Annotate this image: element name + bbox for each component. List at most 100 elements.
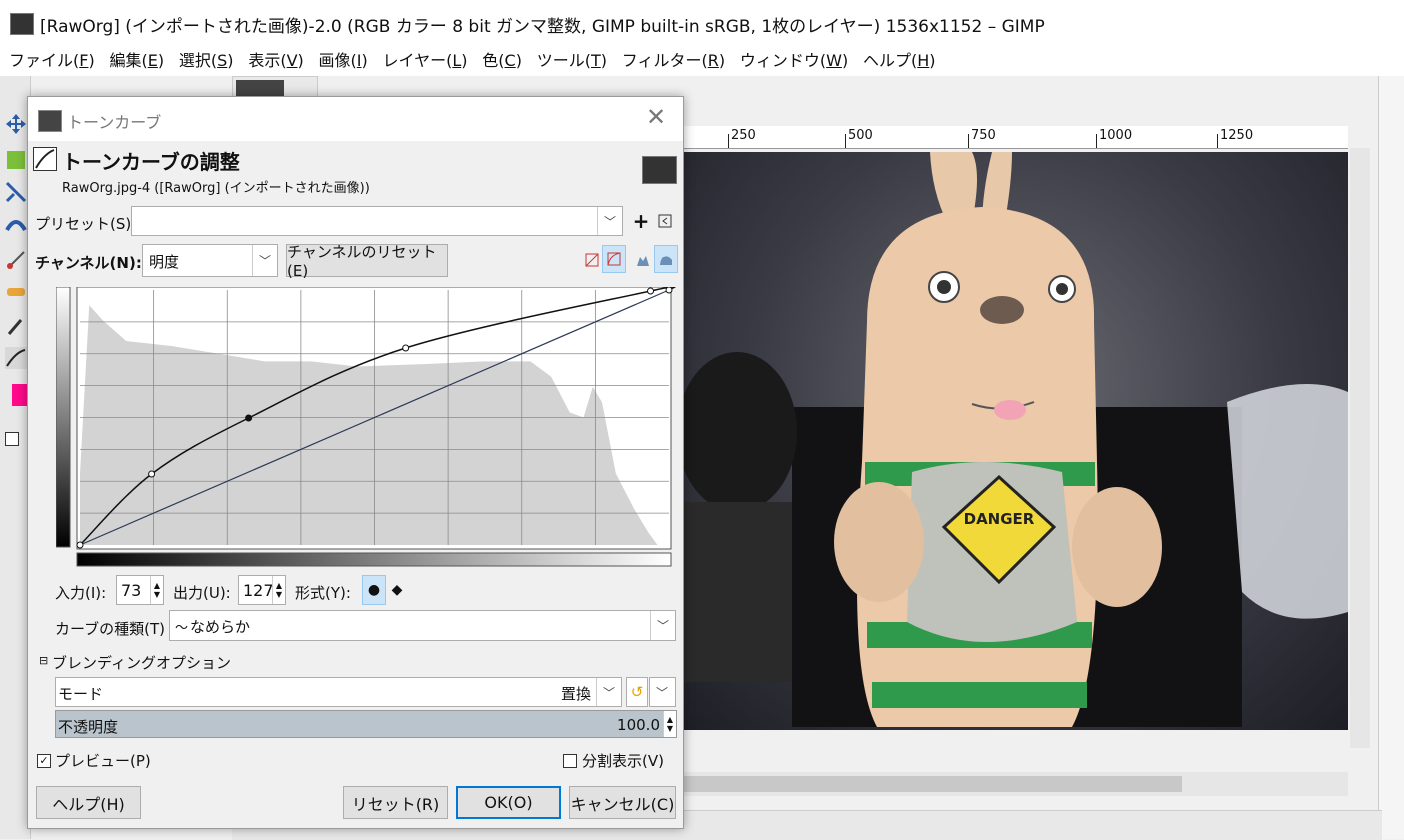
move-tool-icon[interactable] (4, 112, 28, 136)
warp-tool-icon[interactable] (4, 212, 28, 236)
curves-icon (33, 147, 57, 171)
histogram-linear-scale-icon[interactable] (632, 249, 654, 271)
output-spinner[interactable]: 127 ▲ ▼ (238, 575, 286, 605)
input-value: 73 (121, 581, 142, 600)
menu-select[interactable]: 選択(S) (174, 46, 239, 76)
horizontal-ruler: 250 500 750 1000 1250 (682, 126, 1348, 149)
dialog-heading: トーンカーブの調整 (62, 150, 240, 174)
corner-point-icon[interactable]: ◆ (386, 579, 408, 601)
danger-sign-text: DANGER (964, 510, 1035, 528)
mode-switch-icon[interactable]: ↺ (626, 677, 648, 707)
menu-help[interactable]: ヘルプ(H) (858, 46, 941, 76)
window-title: [RawOrg] (インポートされた画像)-2.0 (RGB カラー 8 bit… (40, 17, 1045, 37)
mode-label: モード (58, 685, 104, 703)
collapse-icon[interactable]: ⊟ (39, 654, 48, 667)
control-point[interactable] (402, 344, 410, 352)
vertical-scrollbar[interactable] (1350, 148, 1370, 748)
path-tool-icon[interactable] (4, 248, 28, 272)
menu-tools[interactable]: ツール(T) (532, 46, 612, 76)
preview-checkbox[interactable]: ✓ (37, 754, 51, 768)
menu-image[interactable]: 画像(I) (314, 46, 373, 76)
ruler-label: 750 (971, 128, 996, 143)
output-gradient-bar (56, 287, 71, 548)
channel-value: 明度 (149, 253, 180, 271)
chevron-down-icon: ﹀ (596, 678, 621, 706)
curve-graph[interactable] (56, 287, 676, 567)
menu-colors[interactable]: 色(C) (477, 46, 527, 76)
channel-label: チャンネル(N): (35, 254, 142, 272)
split-view-checkbox[interactable] (563, 754, 577, 768)
composite-combo[interactable]: ﹀ (649, 677, 676, 707)
curve-type-combo[interactable]: 〜 なめらか ﹀ (169, 610, 676, 641)
opacity-value: 100.0 (617, 716, 660, 734)
ok-button[interactable]: OK(O) (456, 786, 561, 819)
window-titlebar: [RawOrg] (インポートされた画像)-2.0 (RGB カラー 8 bit… (0, 0, 1404, 46)
preview-label[interactable]: プレビュー(P) (55, 750, 151, 771)
menu-windows[interactable]: ウィンドウ(W) (735, 46, 853, 76)
dialog-title: トーンカーブ (67, 113, 162, 132)
curve-type-label: カーブの種類(T) (55, 620, 165, 638)
chevron-down-icon: ﹀ (650, 611, 675, 640)
close-icon[interactable]: ✕ (646, 103, 666, 131)
split-view-label[interactable]: 分割表示(V) (582, 750, 664, 771)
menu-layer[interactable]: レイヤー(L) (378, 46, 473, 76)
curves-dialog: トーンカーブ ✕ トーンカーブの調整 RawOrg.jpg-4 ([RawOrg… (27, 96, 684, 829)
toolbox-option-checkbox[interactable] (5, 432, 19, 446)
input-label: 入力(I): (55, 584, 107, 602)
point-type-label: 形式(Y): (295, 584, 351, 602)
histogram-log-scale-icon[interactable] (654, 245, 678, 273)
preset-combo[interactable]: ﹀ (131, 206, 623, 236)
curves-tool-icon[interactable] (4, 346, 28, 370)
photo-plush-rabbit: DANGER (682, 152, 1348, 727)
spin-arrows-icon[interactable]: ▲ ▼ (272, 576, 285, 604)
chevron-down-icon: ﹀ (655, 685, 668, 700)
menu-view[interactable]: 表示(V) (243, 46, 308, 76)
add-preset-icon[interactable]: + (630, 209, 652, 233)
preset-label: プリセット(S): (35, 215, 137, 233)
smooth-point-icon[interactable]: ● (362, 575, 386, 605)
channel-combo[interactable]: 明度 ﹀ (142, 244, 278, 277)
help-button[interactable]: ヘルプ(H) (36, 786, 141, 819)
menu-bar: ファイル(F) 編集(E) 選択(S) 表示(V) 画像(I) レイヤー(L) … (0, 46, 1404, 76)
transform-tool-icon[interactable] (4, 180, 28, 204)
ruler-label: 250 (731, 128, 756, 143)
menu-edit[interactable]: 編集(E) (104, 46, 169, 76)
opacity-slider[interactable]: 不透明度 100.0 ▲ ▼ (55, 710, 677, 738)
gimp-app-icon (10, 13, 34, 35)
reset-button[interactable]: リセット(R) (343, 786, 448, 819)
control-point[interactable] (665, 287, 673, 294)
color-picker-icon[interactable] (4, 314, 28, 338)
linear-histogram-icon[interactable] (581, 249, 603, 271)
control-point[interactable] (76, 541, 84, 549)
cancel-button[interactable]: キャンセル(C) (569, 786, 676, 819)
control-point[interactable] (148, 470, 156, 478)
ruler-label: 500 (848, 128, 873, 143)
input-spinner[interactable]: 73 ▲ ▼ (116, 575, 164, 605)
selected-control-point[interactable] (245, 414, 253, 422)
log-histogram-icon[interactable] (602, 245, 626, 273)
menu-filters[interactable]: フィルター(R) (617, 46, 730, 76)
image-canvas[interactable]: DANGER (682, 152, 1348, 730)
opacity-label: 不透明度 (58, 718, 119, 736)
blending-options-label[interactable]: ブレンディングオプション (52, 652, 231, 673)
horizontal-scrollbar[interactable] (682, 772, 1348, 796)
freehand-icon: 〜 (175, 621, 189, 636)
ruler-label: 1000 (1099, 128, 1133, 143)
right-dock-panel (1378, 76, 1404, 839)
reset-channel-button[interactable]: チャンネルのリセット(E) (286, 243, 448, 280)
heal-tool-icon[interactable] (4, 280, 28, 304)
spin-arrows-icon[interactable]: ▲ ▼ (663, 711, 676, 737)
preset-menu-icon[interactable] (654, 210, 676, 232)
scrollbar-thumb[interactable] (682, 776, 1182, 792)
menu-file[interactable]: ファイル(F) (4, 46, 100, 76)
input-gradient-bar (76, 552, 672, 567)
control-point[interactable] (647, 287, 655, 295)
align-tool-icon[interactable] (4, 148, 28, 172)
dialog-titlebar: トーンカーブ ✕ (28, 97, 683, 141)
mode-combo[interactable]: モード 置換 ﹀ (55, 677, 622, 707)
curve-type-value: なめらか (190, 618, 251, 636)
spin-arrows-icon[interactable]: ▲ ▼ (150, 576, 163, 604)
ruler-label: 1250 (1220, 128, 1254, 143)
output-label: 出力(U): (173, 584, 231, 602)
dialog-app-icon (38, 110, 62, 132)
